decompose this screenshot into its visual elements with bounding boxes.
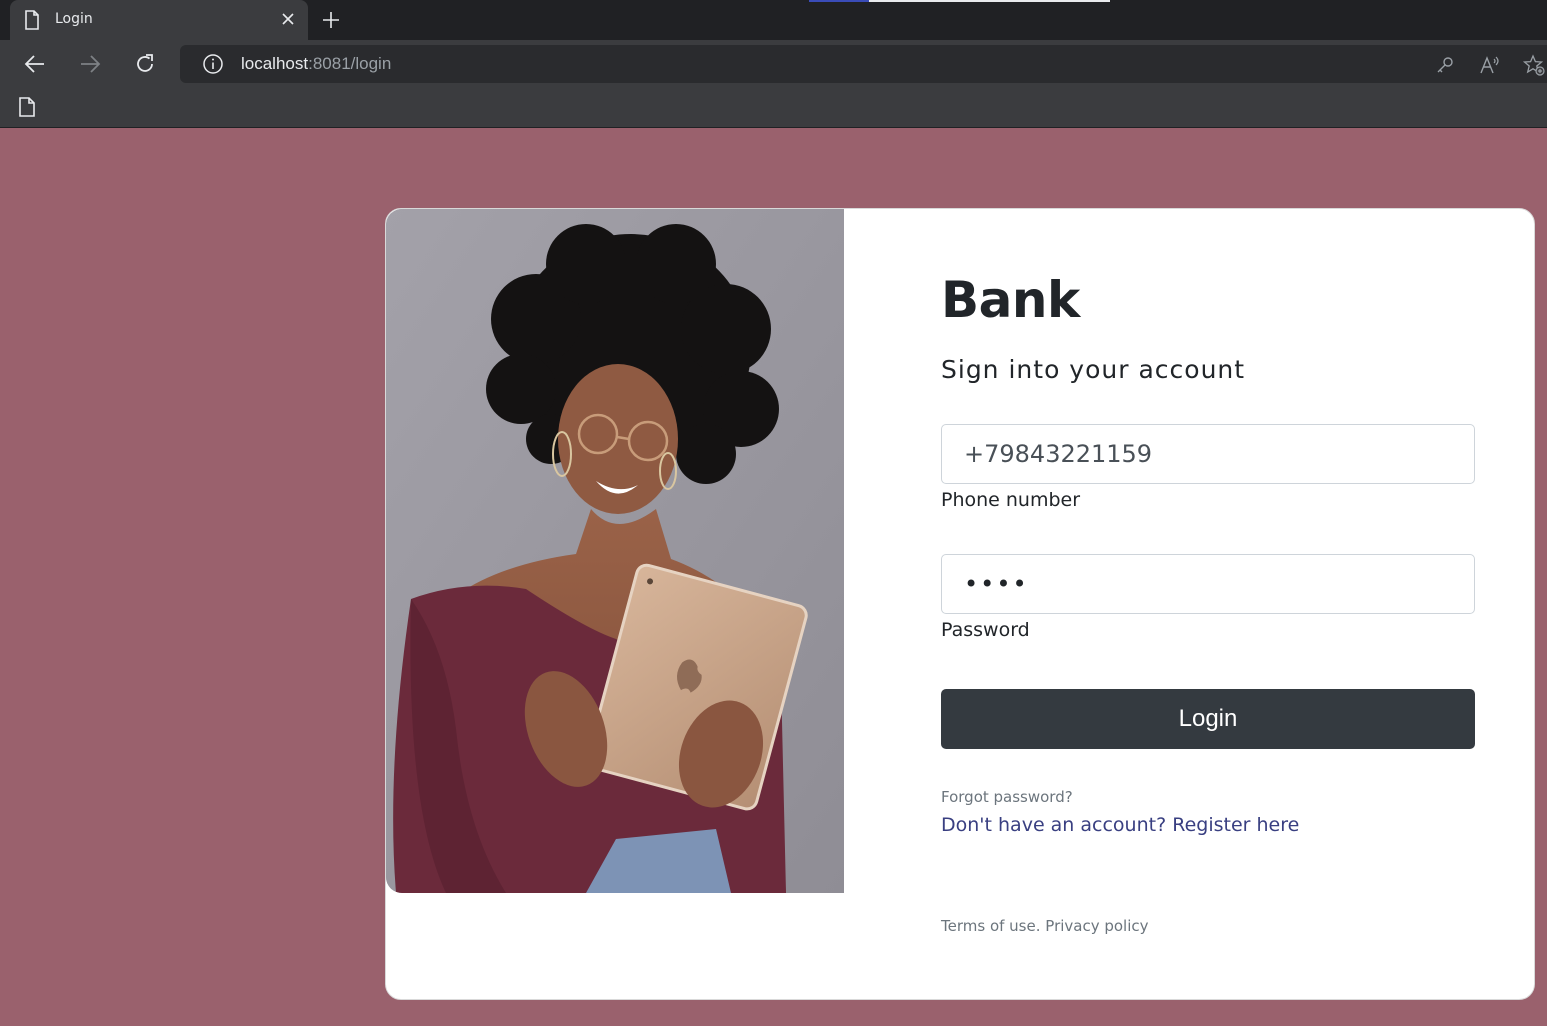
star-add-icon[interactable] <box>1523 54 1545 76</box>
terms-link[interactable]: Terms of use. <box>941 917 1041 935</box>
window-accent <box>869 0 1110 2</box>
reload-icon[interactable] <box>131 50 159 78</box>
arrow-left-icon[interactable] <box>21 50 49 78</box>
page-subtitle: Sign into your account <box>941 355 1246 384</box>
arrow-right-icon[interactable] <box>76 50 104 78</box>
forgot-password-link[interactable]: Forgot password? <box>941 788 1073 806</box>
bookmarks-bar <box>0 86 1547 128</box>
tab-title: Login <box>55 11 93 27</box>
page-icon <box>25 10 39 30</box>
brand-title: Bank <box>941 271 1080 329</box>
read-aloud-icon[interactable] <box>1479 54 1501 76</box>
url-host: localhost <box>241 54 309 73</box>
window-accent <box>809 0 869 2</box>
address-bar[interactable]: localhost:8081/login <box>180 45 1547 83</box>
url-text[interactable]: localhost:8081/login <box>241 54 391 74</box>
login-card: Bank Sign into your account +79843221159… <box>385 208 1535 1000</box>
hero-photo <box>386 209 844 893</box>
login-button[interactable]: Login <box>941 689 1475 749</box>
register-prefix: Don't have an account? <box>941 814 1167 836</box>
phone-label: Phone number <box>941 489 1081 511</box>
password-label: Password <box>941 619 1030 641</box>
register-link[interactable]: Register here <box>1172 814 1299 836</box>
url-path: :8081/login <box>308 54 392 73</box>
tab-strip: Login <box>0 0 1547 40</box>
phone-input[interactable]: +79843221159 <box>941 424 1475 484</box>
footer-links: Terms of use. Privacy policy <box>941 917 1149 935</box>
tab-login[interactable]: Login <box>10 0 308 40</box>
register-prompt: Don't have an account? Register here <box>941 814 1299 836</box>
password-input[interactable]: •••• <box>941 554 1475 614</box>
close-icon[interactable] <box>278 9 298 29</box>
key-icon[interactable] <box>1434 54 1456 76</box>
plus-icon[interactable] <box>319 8 343 32</box>
privacy-link[interactable]: Privacy policy <box>1045 917 1148 935</box>
page-icon[interactable] <box>18 96 36 118</box>
info-icon[interactable] <box>202 53 224 75</box>
